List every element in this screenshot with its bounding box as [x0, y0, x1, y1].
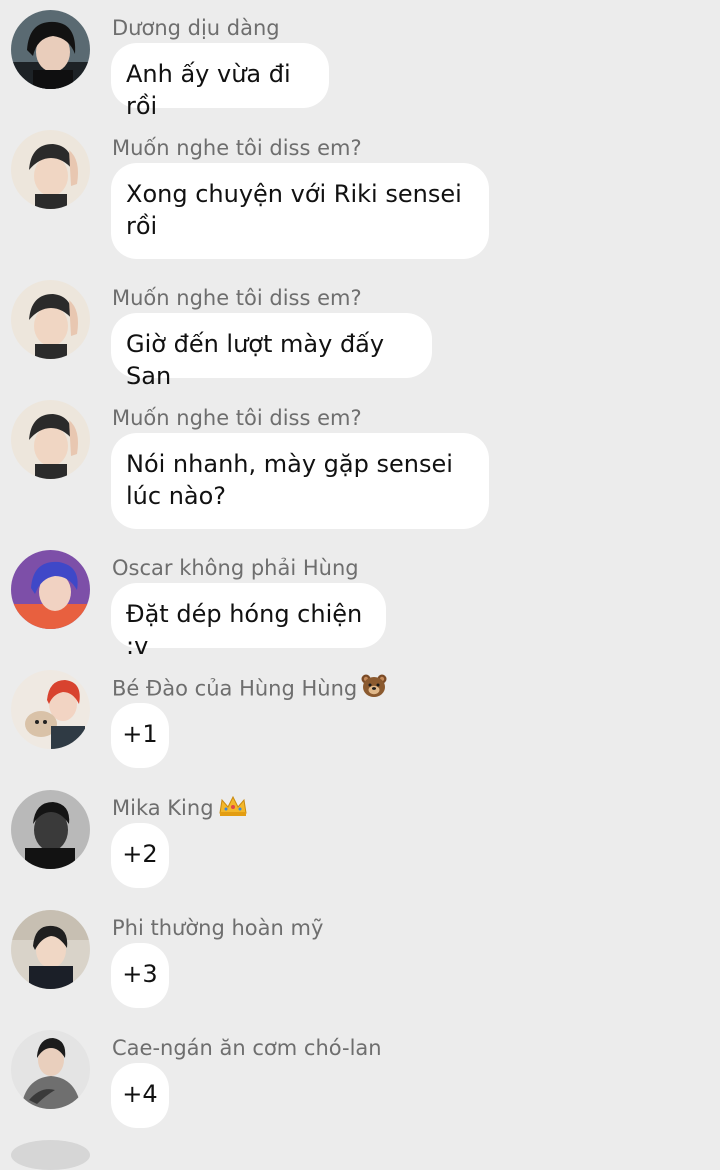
message-text: +2: [122, 840, 158, 868]
chat-message: Bé Đào của Hùng Hùng +1: [0, 660, 720, 780]
message-bubble[interactable]: Đặt dép hóng chiện :v: [111, 583, 386, 660]
sender-name-text: Mika King: [112, 796, 214, 820]
sender-name: Dương dịu dàng: [112, 16, 280, 40]
sender-name: Mika King: [112, 794, 248, 824]
avatar[interactable]: [11, 400, 90, 479]
sender-name: Oscar không phải Hùng: [112, 556, 359, 580]
avatar[interactable]: [11, 10, 90, 89]
message-bubble[interactable]: Nói nhanh, mày gặp sensei lúc nào?: [111, 433, 489, 529]
sender-name: Muốn nghe tôi diss em?: [112, 136, 362, 160]
message-text: Nói nhanh, mày gặp sensei lúc nào?: [126, 450, 453, 510]
sender-name: Phi thường hoàn mỹ: [112, 916, 324, 940]
chat-message: Muốn nghe tôi diss em? Xong chuyện với R…: [0, 120, 720, 270]
chat-message: Phi thường hoàn mỹ +3: [0, 900, 720, 1020]
message-bubble[interactable]: +3: [111, 943, 169, 1008]
chat-message: Muốn nghe tôi diss em? Nói nhanh, mày gặ…: [0, 390, 720, 540]
message-text: Đặt dép hóng chiện :v: [126, 600, 363, 660]
message-bubble[interactable]: Anh ấy vừa đi rồi: [111, 43, 329, 120]
message-bubble[interactable]: +4: [111, 1063, 169, 1128]
chat-message-list[interactable]: Dương dịu dàng Anh ấy vừa đi rồi Muốn ng…: [0, 0, 720, 1170]
crown-emoji: [218, 795, 248, 824]
chat-message: Cae-ngán ăn cơm chó-lan +4: [0, 1020, 720, 1140]
avatar[interactable]: [11, 790, 90, 869]
avatar[interactable]: [11, 550, 90, 629]
bear-emoji: [361, 674, 387, 705]
sender-name: Bé Đào của Hùng Hùng: [112, 674, 387, 705]
message-bubble[interactable]: +2: [111, 823, 169, 888]
chat-message: Mika King +2: [0, 780, 720, 900]
sender-name-text: Bé Đào của Hùng Hùng: [112, 676, 358, 701]
chat-message: Dương dịu dàng Anh ấy vừa đi rồi: [0, 0, 720, 120]
message-text: Giờ đến lượt mày đấy San: [126, 330, 385, 390]
avatar[interactable]: [11, 910, 90, 989]
avatar[interactable]: [11, 670, 90, 749]
avatar[interactable]: [11, 130, 90, 209]
message-text: Xong chuyện với Riki sensei rồi: [126, 180, 462, 240]
message-bubble[interactable]: Xong chuyện với Riki sensei rồi: [111, 163, 489, 259]
message-bubble[interactable]: Giờ đến lượt mày đấy San: [111, 313, 432, 390]
sender-name: Muốn nghe tôi diss em?: [112, 286, 362, 310]
chat-message: Muốn nghe tôi diss em? Giờ đến lượt mày …: [0, 270, 720, 390]
avatar[interactable]: [11, 1140, 90, 1170]
message-text: +3: [122, 960, 158, 988]
chat-message: Oscar không phải Hùng Đặt dép hóng chiện…: [0, 540, 720, 660]
avatar[interactable]: [11, 280, 90, 359]
message-text: +1: [122, 720, 158, 748]
message-text: +4: [122, 1080, 158, 1108]
message-text: Anh ấy vừa đi rồi: [126, 60, 291, 120]
message-bubble[interactable]: +1: [111, 703, 169, 768]
avatar[interactable]: [11, 1030, 90, 1109]
sender-name: Muốn nghe tôi diss em?: [112, 406, 362, 430]
sender-name: Cae-ngán ăn cơm chó-lan: [112, 1036, 382, 1060]
